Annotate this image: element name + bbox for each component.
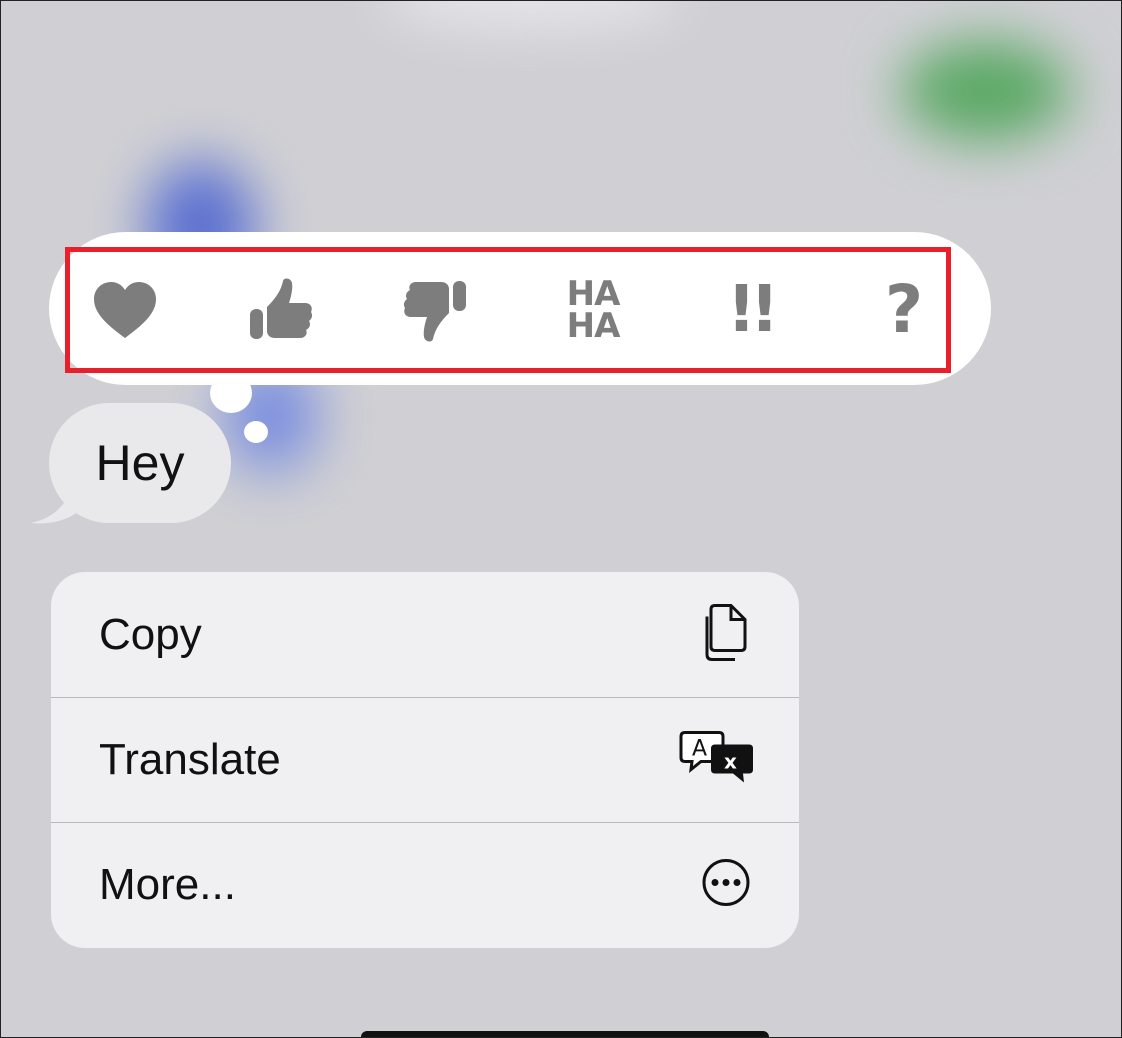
menu-item-more[interactable]: More... bbox=[51, 822, 799, 947]
menu-item-label: Translate bbox=[99, 735, 281, 784]
message-text: Hey bbox=[95, 435, 185, 491]
menu-item-label: Copy bbox=[99, 609, 202, 659]
copy-icon bbox=[701, 602, 751, 667]
context-menu: Copy Translate A x More... bbox=[51, 572, 799, 948]
menu-item-copy[interactable]: Copy bbox=[51, 572, 799, 697]
svg-text:A: A bbox=[692, 737, 707, 762]
more-ellipsis-icon bbox=[701, 858, 751, 913]
svg-text:x: x bbox=[724, 750, 737, 774]
background-blur bbox=[381, 1, 681, 31]
screen: HA HA !! ? Hey Copy Translate A x More..… bbox=[0, 0, 1122, 1038]
translate-icon: A x bbox=[679, 730, 755, 791]
tapback-tail-large bbox=[210, 373, 252, 413]
home-indicator[interactable] bbox=[361, 1031, 769, 1037]
tapback-tail-small bbox=[244, 421, 268, 443]
menu-item-translate[interactable]: Translate A x bbox=[51, 697, 799, 822]
background-blur-green bbox=[901, 41, 1071, 141]
menu-item-label: More... bbox=[99, 860, 236, 909]
message-bubble[interactable]: Hey bbox=[49, 403, 231, 523]
highlight-box bbox=[65, 247, 951, 373]
